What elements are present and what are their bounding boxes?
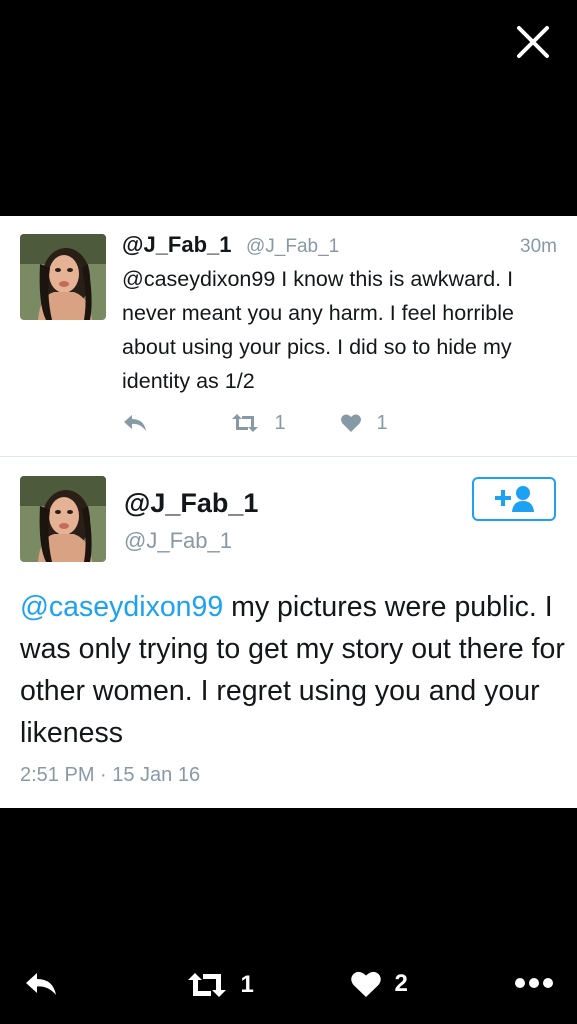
tweet-text: @caseydixon99 I know this is awkward. I … (122, 267, 514, 393)
follow-button[interactable] (472, 477, 556, 521)
tweet-panel: @J_Fab_1 @J_Fab_1 30m @caseydixon99 I kn… (0, 216, 577, 808)
retweet-count: 1 (274, 412, 286, 434)
retweet-button[interactable]: 1 (230, 412, 286, 434)
avatar[interactable] (20, 234, 106, 320)
close-button[interactable] (515, 24, 551, 60)
reply-icon (26, 973, 56, 995)
tweet-time: 30m (520, 236, 557, 257)
heart-icon (341, 414, 361, 432)
mention-link[interactable]: @caseydixon99 (20, 591, 223, 623)
display-name[interactable]: @J_Fab_1 (122, 232, 232, 258)
reply-button[interactable] (24, 970, 58, 1014)
more-button[interactable] (514, 976, 554, 1020)
add-user-icon (495, 486, 534, 512)
heart-icon (351, 971, 381, 997)
user-handle[interactable]: @J_Fab_1 (246, 236, 339, 258)
tweet-timestamp: 2:51 PM · 15 Jan 16 (20, 764, 201, 786)
retweet-button[interactable]: 1 (186, 970, 254, 1014)
user-handle[interactable]: @J_Fab_1 (124, 528, 232, 554)
tweet-text: @caseydixon99 my pictures were public. I… (20, 586, 565, 754)
like-button[interactable]: 2 (350, 969, 408, 1013)
close-icon (517, 26, 549, 58)
retweet-icon (232, 414, 258, 432)
avatar[interactable] (20, 476, 106, 562)
display-name[interactable]: @J_Fab_1 (124, 488, 258, 519)
retweet-count: 1 (240, 971, 254, 998)
reply-button[interactable] (122, 412, 148, 434)
retweet-icon (188, 973, 226, 997)
like-count: 2 (394, 970, 408, 997)
reply-icon (124, 415, 146, 431)
reply-tweet[interactable]: @J_Fab_1 @J_Fab_1 30m @caseydixon99 I kn… (0, 216, 577, 457)
like-button[interactable]: 1 (340, 412, 388, 434)
more-icon (515, 978, 553, 988)
like-count: 1 (376, 412, 388, 434)
